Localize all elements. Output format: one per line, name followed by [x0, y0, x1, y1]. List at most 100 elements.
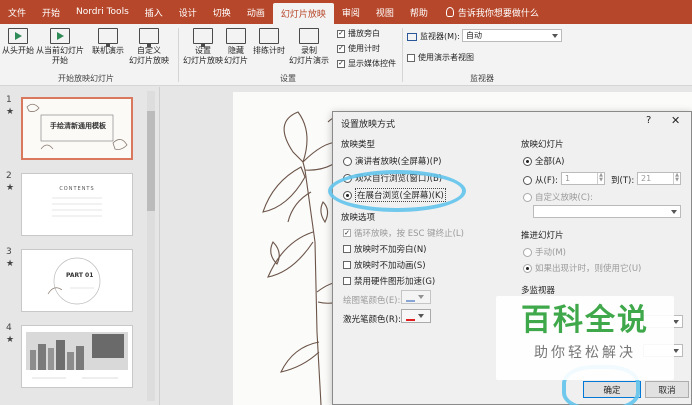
radio-presenter-label: 演讲者放映(全屏幕)(P): [355, 157, 442, 167]
tab-design[interactable]: 设计: [171, 0, 205, 24]
slide-thumbnail-3[interactable]: PART 01: [21, 249, 133, 312]
disable-hw-accel-checkbox[interactable]: 禁用硬件图形加速(G): [343, 275, 435, 287]
monitor-value: 自动: [466, 31, 482, 40]
tab-review[interactable]: 审阅: [334, 0, 368, 24]
slide-2-art: [52, 197, 102, 217]
show-options-label: 放映选项: [341, 213, 376, 223]
present-online-button[interactable]: 联机演示: [88, 28, 128, 56]
present-online-icon: [98, 28, 118, 47]
no-animation-label: 放映时不加动画(S): [354, 261, 426, 271]
scrollbar-thumb[interactable]: [147, 111, 155, 211]
record-icon: [299, 28, 319, 44]
from-beginning-button[interactable]: 从头开始: [2, 28, 34, 56]
tab-animations[interactable]: 动画: [239, 0, 273, 24]
tab-nordri-tools[interactable]: Nordri Tools: [68, 0, 137, 24]
radio-use-timings-label: 如果出现计时，则使用它(U): [535, 264, 642, 274]
tab-view[interactable]: 视图: [368, 0, 402, 24]
pen-icon: [405, 312, 415, 321]
show-media-label: 显示媒体控件: [348, 59, 396, 68]
setup-slideshow-button[interactable]: 设置 幻灯片放映: [183, 28, 223, 66]
pen-color-button[interactable]: [401, 290, 431, 304]
slide-thumbnail-1[interactable]: 手绘清新通用模板: [21, 97, 133, 160]
checkbox-empty-icon: [343, 277, 351, 285]
close-icon[interactable]: ✕: [671, 114, 680, 127]
checkmark-icon: ✓: [337, 44, 345, 53]
slide-3-title: PART 01: [66, 272, 94, 279]
radio-custom-show[interactable]: 自定义放映(C):: [523, 191, 593, 203]
slide-2-title: CONTENTS: [59, 186, 95, 192]
loop-checkbox[interactable]: ✓ 循环放映，按 ESC 键终止(L): [343, 227, 464, 239]
radio-presenter[interactable]: 演讲者放映(全屏幕)(P): [343, 155, 441, 167]
chevron-down-icon: [552, 33, 558, 38]
no-narration-checkbox[interactable]: 放映时不加旁白(N): [343, 243, 427, 255]
slide-3-art: [47, 257, 101, 305]
monitor-select[interactable]: 自动: [462, 29, 562, 42]
no-narration-label: 放映时不加旁白(N): [354, 245, 427, 255]
help-icon[interactable]: ?: [646, 115, 651, 126]
setup-label-2: 幻灯片放映: [183, 56, 223, 65]
presenter-view-checkbox[interactable]: 使用演示者视图: [407, 52, 474, 63]
radio-from-slides[interactable]: 从(F):: [523, 174, 558, 186]
rehearse-label: 排练计时: [253, 46, 285, 55]
from-slide-input[interactable]: 1 ▲ ▼: [561, 172, 605, 185]
tab-insert[interactable]: 插入: [137, 0, 171, 24]
slide-thumbnail-4[interactable]: [21, 325, 133, 388]
spinner-icon: ▲ ▼: [673, 173, 680, 184]
chevron-down-icon: [417, 295, 424, 299]
advance-slides-label: 推进幻灯片: [521, 231, 564, 241]
checkbox-empty-icon: [343, 261, 351, 269]
radio-custom-label: 自定义放映(C):: [535, 193, 593, 203]
tell-me-text: 告诉我你想要做什么: [457, 8, 539, 19]
slide-thumbnail-2[interactable]: CONTENTS: [21, 173, 133, 236]
radio-use-timings[interactable]: 如果出现计时，则使用它(U): [523, 262, 641, 274]
from-current-button[interactable]: 从当前幻灯片 开始: [35, 28, 85, 66]
radio-selected-icon: [523, 263, 532, 273]
radio-all-label: 全部(A): [535, 157, 565, 167]
radio-all-slides[interactable]: 全部(A): [523, 155, 564, 167]
tab-home[interactable]: 开始: [34, 0, 68, 24]
play-from-current-icon: [50, 28, 70, 44]
show-media-controls-checkbox[interactable]: ✓ 显示媒体控件: [337, 58, 396, 69]
present-online-label: 联机演示: [92, 46, 124, 55]
tab-help[interactable]: 帮助: [402, 0, 436, 24]
custom-show-button[interactable]: 自定义 幻灯片放映: [124, 28, 174, 66]
radio-icon: [523, 175, 532, 185]
custom-show-label-1: 自定义: [137, 46, 161, 55]
to-label: 到(T):: [611, 176, 635, 186]
to-slide-value: 21: [641, 174, 652, 183]
tab-slide-show[interactable]: 幻灯片放映: [272, 3, 334, 24]
to-slide-input[interactable]: 21 ▲ ▼: [637, 172, 681, 185]
ribbon-separator: [178, 28, 179, 82]
rehearse-timings-button[interactable]: 排练计时: [251, 28, 287, 56]
watermark-logo: 百科全说 助你轻松解决: [496, 296, 674, 380]
thumbnail-scrollbar[interactable]: [147, 91, 155, 401]
use-timings-checkbox[interactable]: ✓ 使用计时: [337, 43, 380, 54]
radio-from-label: 从(F):: [535, 176, 558, 186]
slide-number: 2: [6, 171, 12, 181]
slide-number: 3: [6, 247, 12, 257]
slide-star-icon: ★: [6, 335, 15, 345]
hide-label-1: 隐藏: [228, 46, 244, 55]
setup-label-1: 设置: [195, 46, 211, 55]
radio-manual-advance[interactable]: 手动(M): [523, 246, 566, 258]
tell-me-box[interactable]: 告诉我你想要做什么: [445, 0, 539, 24]
ribbon: 从头开始 从当前幻灯片 开始 联机演示 自定义 幻灯片放映 开始放映幻灯片 设置…: [0, 24, 692, 86]
custom-show-select[interactable]: [533, 205, 681, 218]
laser-color-button[interactable]: [401, 309, 431, 323]
record-slideshow-button[interactable]: 录制 幻灯片演示: [286, 28, 332, 66]
slide-star-icon: ★: [6, 259, 15, 269]
ribbon-tab-bar: 文件 开始 Nordri Tools 插入 设计 切换 动画 幻灯片放映 审阅 …: [0, 0, 692, 24]
group-monitor-label: 监视器: [470, 74, 494, 83]
tab-transitions[interactable]: 切换: [205, 0, 239, 24]
slide-star-icon: ★: [6, 107, 15, 117]
play-narration-checkbox[interactable]: ✓ 播放旁白: [337, 28, 380, 39]
custom-show-icon: [139, 28, 159, 47]
hide-slide-icon: [226, 28, 246, 44]
from-beginning-label: 从头开始: [2, 46, 34, 55]
radio-icon: [523, 247, 532, 257]
tab-file[interactable]: 文件: [0, 0, 34, 24]
slide-1-title: 手绘清新通用模板: [50, 122, 106, 130]
no-animation-checkbox[interactable]: 放映时不加动画(S): [343, 259, 426, 271]
cancel-button[interactable]: 取消: [645, 381, 689, 398]
hide-slide-button[interactable]: 隐藏 幻灯片: [222, 28, 250, 66]
